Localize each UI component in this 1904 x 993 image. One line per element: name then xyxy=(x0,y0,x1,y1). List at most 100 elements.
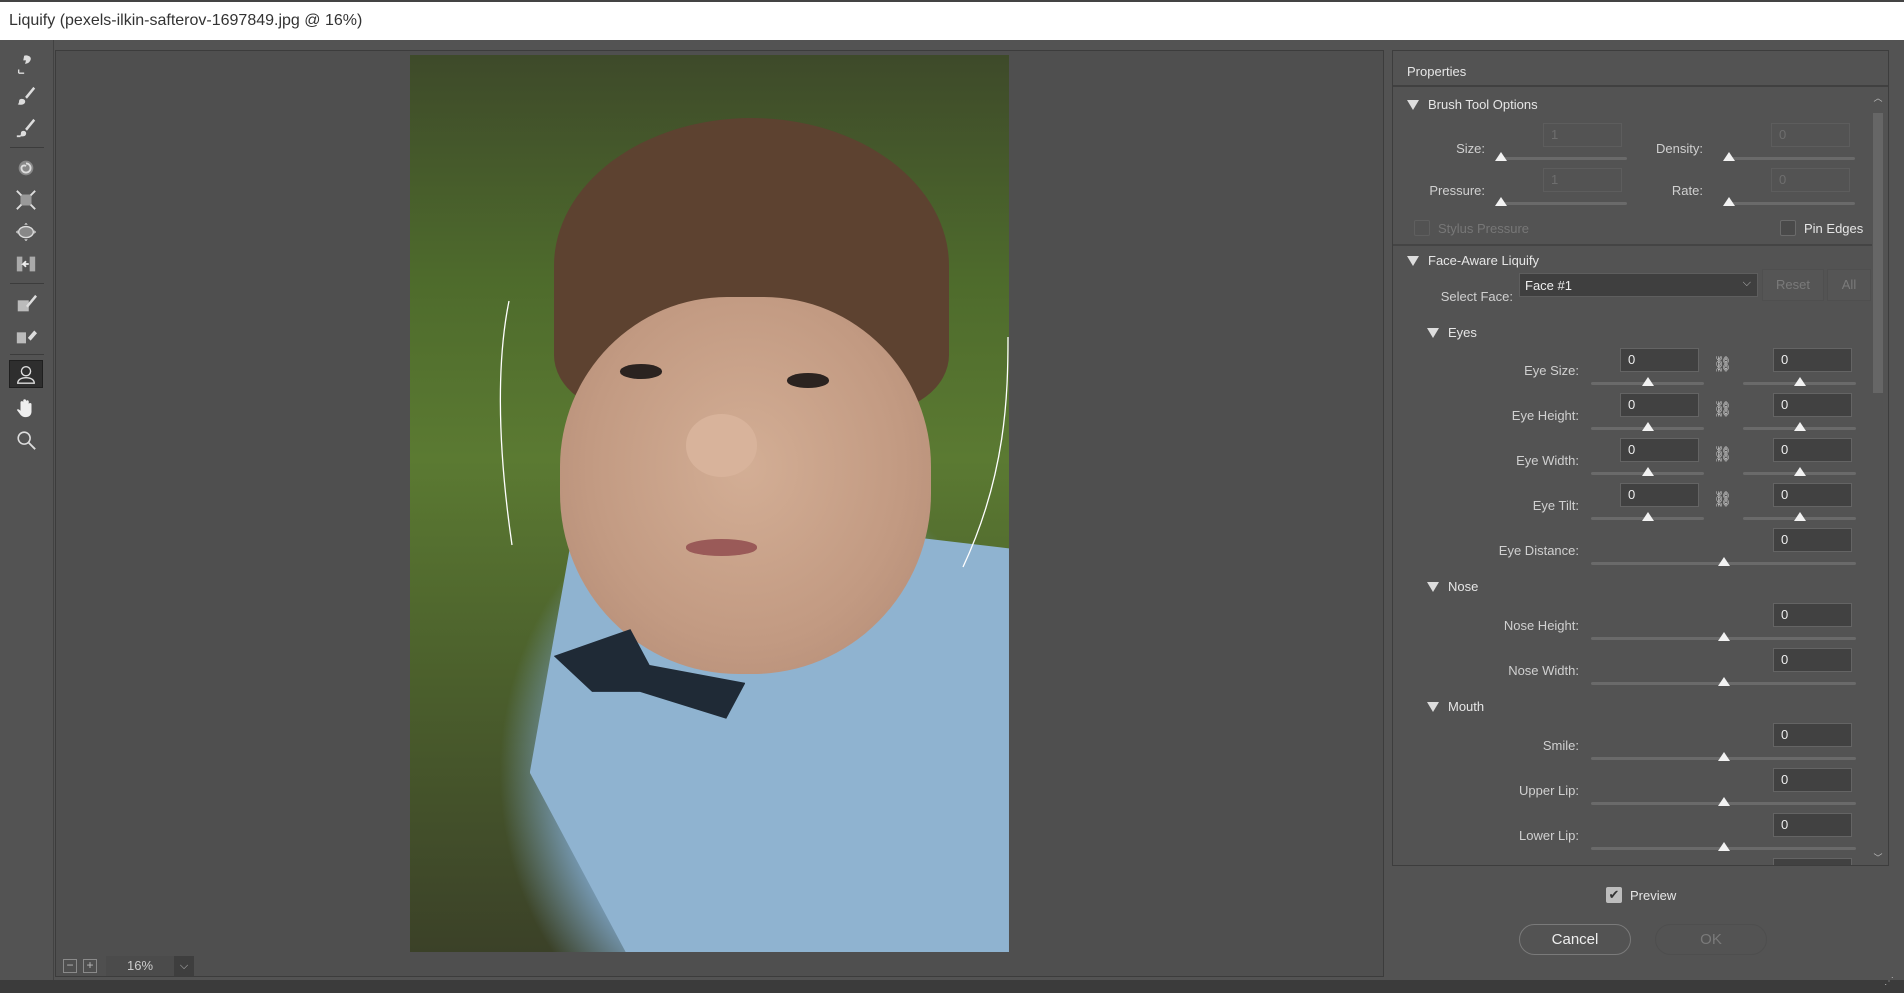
next-field-partial[interactable] xyxy=(1773,858,1852,865)
resize-grip-icon[interactable]: ⋰ xyxy=(1884,976,1894,987)
brush-tool-options-toggle[interactable]: Brush Tool Options xyxy=(1407,97,1538,112)
pin-edges-checkbox[interactable] xyxy=(1780,220,1796,236)
density-slider[interactable] xyxy=(1725,157,1855,160)
upper-lip-field[interactable]: 0 xyxy=(1773,768,1852,792)
pressure-label: Pressure: xyxy=(1429,183,1485,198)
properties-panel: Properties Brush Tool Options 1 Size: 0 … xyxy=(1392,50,1889,866)
slider-thumb[interactable] xyxy=(1642,422,1654,431)
eye-size-right-field[interactable]: 0 xyxy=(1773,348,1852,372)
slider-thumb[interactable] xyxy=(1642,512,1654,521)
eye-size-left-field[interactable]: 0 xyxy=(1620,348,1699,372)
preview-checkbox[interactable]: ✔ xyxy=(1606,887,1622,903)
preview-toggle[interactable]: ✔ Preview xyxy=(1606,887,1676,903)
all-button[interactable]: All xyxy=(1827,269,1871,301)
push-left-tool[interactable] xyxy=(9,250,43,278)
slider-thumb[interactable] xyxy=(1718,797,1730,806)
slider-thumb[interactable] xyxy=(1718,677,1730,686)
link-icon[interactable]: ⛓ xyxy=(1713,490,1732,510)
slider-thumb[interactable] xyxy=(1718,632,1730,641)
pressure-field[interactable]: 1 xyxy=(1543,168,1622,192)
eye-tilt-right-field[interactable]: 0 xyxy=(1773,483,1852,507)
zoom-level-field[interactable]: 16% xyxy=(106,956,174,976)
forward-warp-tool[interactable] xyxy=(9,50,43,78)
pucker-tool[interactable] xyxy=(9,186,43,214)
eye-distance-field[interactable]: 0 xyxy=(1773,528,1852,552)
eye-tilt-left-field[interactable]: 0 xyxy=(1620,483,1699,507)
pressure-slider-thumb[interactable] xyxy=(1495,197,1507,206)
density-slider-thumb[interactable] xyxy=(1723,152,1735,161)
freeze-mask-tool[interactable] xyxy=(9,290,43,318)
slider-thumb[interactable] xyxy=(1794,512,1806,521)
zoom-dropdown-icon[interactable]: ⌵ xyxy=(174,956,194,976)
nose-toggle[interactable]: Nose xyxy=(1427,579,1478,594)
size-slider[interactable] xyxy=(1497,157,1627,160)
eye-height-right-field[interactable]: 0 xyxy=(1773,393,1852,417)
select-face-dropdown[interactable]: Face #1 ⌵ xyxy=(1519,273,1758,297)
smooth-brush-icon xyxy=(16,118,36,138)
link-icon[interactable]: ⛓ xyxy=(1713,445,1732,465)
rate-slider[interactable] xyxy=(1725,202,1855,205)
pressure-slider[interactable] xyxy=(1497,202,1627,205)
size-field[interactable]: 1 xyxy=(1543,123,1622,147)
scrollbar-thumb[interactable] xyxy=(1873,113,1883,393)
slider-thumb[interactable] xyxy=(1794,422,1806,431)
reconstruct-tool[interactable] xyxy=(9,82,43,110)
bloat-tool[interactable] xyxy=(9,218,43,246)
magnifier-icon xyxy=(17,431,36,450)
link-icon[interactable]: ⛓ xyxy=(1713,355,1732,375)
background-status-strip xyxy=(0,980,1904,993)
zoom-tool[interactable] xyxy=(9,426,43,454)
slider-thumb[interactable] xyxy=(1794,467,1806,476)
slider-thumb[interactable] xyxy=(1642,467,1654,476)
properties-scrollbar[interactable]: ︿ ﹀ xyxy=(1872,89,1884,865)
eyes-toggle[interactable]: Eyes xyxy=(1427,325,1477,340)
nose-height-field[interactable]: 0 xyxy=(1773,603,1852,627)
eye-width-right-field[interactable]: 0 xyxy=(1773,438,1852,462)
preview-canvas[interactable]: − + 16% ⌵ xyxy=(55,50,1384,977)
slider-thumb[interactable] xyxy=(1718,752,1730,761)
title-bar: Liquify (pexels-ilkin-safterov-1697849.j… xyxy=(0,0,1904,40)
stylus-pressure-checkbox[interactable] xyxy=(1414,220,1430,236)
rate-label: Rate: xyxy=(1671,183,1703,198)
face-aware-liquify-toggle[interactable]: Face-Aware Liquify xyxy=(1407,253,1539,268)
eye-width-left-field[interactable]: 0 xyxy=(1620,438,1699,462)
smooth-tool[interactable] xyxy=(9,114,43,142)
thaw-mask-icon xyxy=(16,330,37,344)
properties-title: Properties xyxy=(1393,51,1888,87)
zoom-in-button[interactable]: + xyxy=(83,959,97,973)
scroll-up-icon[interactable]: ︿ xyxy=(1872,91,1884,103)
lower-lip-field[interactable]: 0 xyxy=(1773,813,1852,837)
smile-field[interactable]: 0 xyxy=(1773,723,1852,747)
image-preview[interactable] xyxy=(410,55,1009,952)
chevron-down-icon: ⌵ xyxy=(1742,277,1751,289)
eye-height-left-field[interactable]: 0 xyxy=(1620,393,1699,417)
slider-thumb[interactable] xyxy=(1642,377,1654,386)
rate-field[interactable]: 0 xyxy=(1771,168,1850,192)
reconstruct-brush-icon xyxy=(17,86,36,105)
ok-button[interactable]: OK xyxy=(1655,924,1767,955)
link-icon[interactable]: ⛓ xyxy=(1713,400,1732,420)
collapse-triangle-icon xyxy=(1407,255,1419,266)
rate-slider-thumb[interactable] xyxy=(1723,197,1735,206)
slider-thumb[interactable] xyxy=(1718,842,1730,851)
face-tool[interactable] xyxy=(9,360,43,388)
preview-label: Preview xyxy=(1630,887,1677,903)
eye-size-label: Eye Size: xyxy=(1524,363,1579,378)
nose-width-field[interactable]: 0 xyxy=(1773,648,1852,672)
size-slider-thumb[interactable] xyxy=(1495,152,1507,161)
twirl-clockwise-tool[interactable] xyxy=(9,154,43,182)
scroll-down-icon[interactable]: ﹀ xyxy=(1872,851,1884,863)
zoom-out-button[interactable]: − xyxy=(63,959,77,973)
hand-icon xyxy=(16,399,32,418)
eye-distance-label: Eye Distance: xyxy=(1498,543,1579,558)
mouth-toggle[interactable]: Mouth xyxy=(1427,699,1484,714)
size-label: Size: xyxy=(1456,141,1485,156)
density-field[interactable]: 0 xyxy=(1771,123,1850,147)
reset-button[interactable]: Reset xyxy=(1762,269,1824,301)
twirl-icon xyxy=(18,160,34,176)
hand-tool[interactable] xyxy=(9,394,43,422)
cancel-button[interactable]: Cancel xyxy=(1519,924,1631,955)
slider-thumb[interactable] xyxy=(1794,377,1806,386)
slider-thumb[interactable] xyxy=(1718,557,1730,566)
thaw-mask-tool[interactable] xyxy=(9,322,43,350)
